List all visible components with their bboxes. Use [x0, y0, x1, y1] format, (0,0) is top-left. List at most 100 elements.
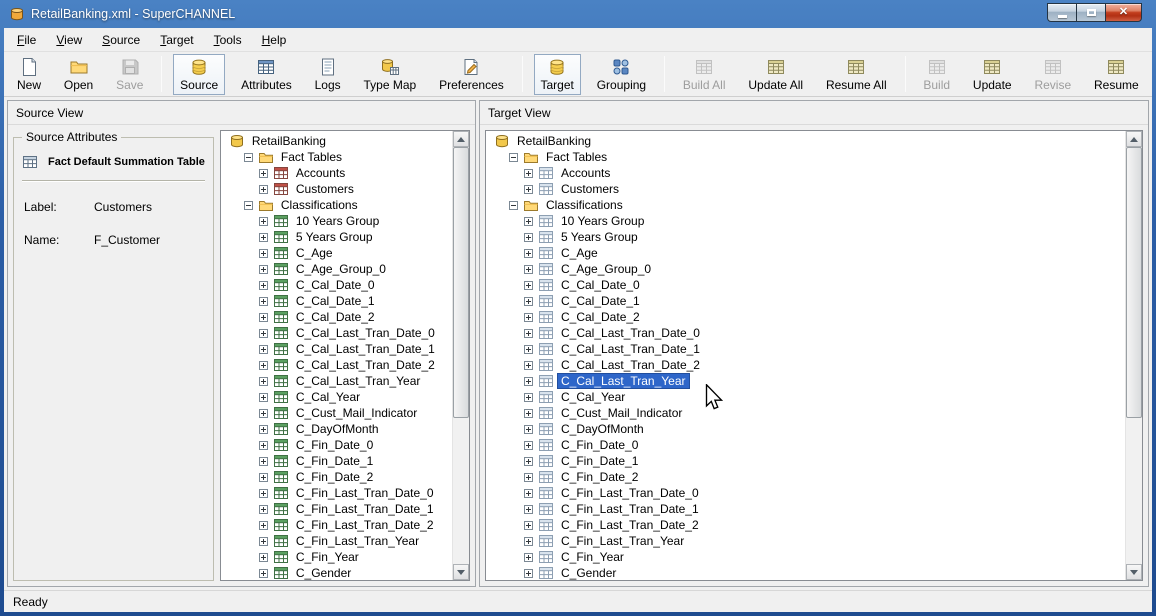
tree-item-c-cal-last-tran-date-2[interactable]: C_Cal_Last_Tran_Date_2: [221, 357, 452, 373]
tree-item-customers[interactable]: Customers: [486, 181, 1125, 197]
tree-item-c-dayofmonth[interactable]: C_DayOfMonth: [486, 421, 1125, 437]
expand-icon[interactable]: [524, 393, 533, 402]
tree-item-c-fin-date-1[interactable]: C_Fin_Date_1: [221, 453, 452, 469]
expand-icon[interactable]: [524, 185, 533, 194]
tree-item-c-cal-date-0[interactable]: C_Cal_Date_0: [221, 277, 452, 293]
expand-icon[interactable]: [524, 425, 533, 434]
expand-icon[interactable]: [259, 249, 268, 258]
expand-icon[interactable]: [259, 521, 268, 530]
collapse-icon[interactable]: [244, 153, 253, 162]
tree-item-c-cal-last-tran-date-0[interactable]: C_Cal_Last_Tran_Date_0: [486, 325, 1125, 341]
tree-item-c-gender[interactable]: C_Gender: [486, 565, 1125, 580]
expand-icon[interactable]: [524, 361, 533, 370]
tree-item-c-cust-mail-indicator[interactable]: C_Cust_Mail_Indicator: [221, 405, 452, 421]
scroll-down-button[interactable]: [1126, 564, 1142, 580]
expand-icon[interactable]: [259, 313, 268, 322]
tree-item-c-age[interactable]: C_Age: [221, 245, 452, 261]
tree-item-retailbanking[interactable]: RetailBanking: [486, 133, 1125, 149]
tree-item-c-age[interactable]: C_Age: [486, 245, 1125, 261]
menu-file[interactable]: File: [7, 29, 46, 51]
expand-icon[interactable]: [524, 521, 533, 530]
expand-icon[interactable]: [524, 377, 533, 386]
source-tree-scrollbar[interactable]: [452, 131, 469, 580]
tree-item-c-fin-last-tran-date-0[interactable]: C_Fin_Last_Tran_Date_0: [486, 485, 1125, 501]
tree-item-c-cust-mail-indicator[interactable]: C_Cust_Mail_Indicator: [486, 405, 1125, 421]
tree-item-c-fin-last-tran-date-2[interactable]: C_Fin_Last_Tran_Date_2: [221, 517, 452, 533]
tree-item-c-fin-last-tran-date-2[interactable]: C_Fin_Last_Tran_Date_2: [486, 517, 1125, 533]
expand-icon[interactable]: [259, 505, 268, 514]
expand-icon[interactable]: [524, 441, 533, 450]
expand-icon[interactable]: [259, 377, 268, 386]
expand-icon[interactable]: [259, 473, 268, 482]
tree-item-c-fin-year[interactable]: C_Fin_Year: [486, 549, 1125, 565]
tree-item-10-years-group[interactable]: 10 Years Group: [221, 213, 452, 229]
expand-icon[interactable]: [259, 169, 268, 178]
expand-icon[interactable]: [259, 393, 268, 402]
expand-icon[interactable]: [524, 329, 533, 338]
expand-icon[interactable]: [524, 313, 533, 322]
collapse-icon[interactable]: [509, 201, 518, 210]
tree-item-c-fin-date-0[interactable]: C_Fin_Date_0: [221, 437, 452, 453]
source-button[interactable]: Source: [173, 54, 225, 95]
tree-item-c-cal-last-tran-year[interactable]: C_Cal_Last_Tran_Year: [486, 373, 1125, 389]
attributes-button[interactable]: Attributes: [234, 54, 299, 95]
update-button[interactable]: Update: [966, 54, 1019, 95]
expand-icon[interactable]: [524, 457, 533, 466]
expand-icon[interactable]: [524, 553, 533, 562]
expand-icon[interactable]: [259, 185, 268, 194]
target-tree-scrollbar[interactable]: [1125, 131, 1142, 580]
menu-target[interactable]: Target: [150, 29, 203, 51]
tree-item-c-fin-date-0[interactable]: C_Fin_Date_0: [486, 437, 1125, 453]
expand-icon[interactable]: [524, 505, 533, 514]
expand-icon[interactable]: [524, 169, 533, 178]
tree-item-c-fin-last-tran-date-1[interactable]: C_Fin_Last_Tran_Date_1: [221, 501, 452, 517]
scrollbar-track[interactable]: [453, 147, 469, 564]
tree-item-accounts[interactable]: Accounts: [486, 165, 1125, 181]
tree-item-c-cal-date-1[interactable]: C_Cal_Date_1: [221, 293, 452, 309]
close-button[interactable]: ✕: [1105, 3, 1142, 22]
grouping-button[interactable]: Grouping: [590, 54, 653, 95]
tree-item-c-cal-date-2[interactable]: C_Cal_Date_2: [486, 309, 1125, 325]
expand-icon[interactable]: [259, 537, 268, 546]
scrollbar-thumb[interactable]: [1126, 147, 1142, 418]
expand-icon[interactable]: [259, 281, 268, 290]
expand-icon[interactable]: [259, 569, 268, 578]
expand-icon[interactable]: [259, 441, 268, 450]
expand-icon[interactable]: [259, 489, 268, 498]
tree-item-c-fin-year[interactable]: C_Fin_Year: [221, 549, 452, 565]
tree-item-fact-tables[interactable]: Fact Tables: [486, 149, 1125, 165]
expand-icon[interactable]: [259, 233, 268, 242]
scroll-up-button[interactable]: [453, 131, 469, 147]
tree-item-c-fin-last-tran-year[interactable]: C_Fin_Last_Tran_Year: [486, 533, 1125, 549]
tree-item-c-gender[interactable]: C_Gender: [221, 565, 452, 580]
expand-icon[interactable]: [524, 537, 533, 546]
scrollbar-thumb[interactable]: [453, 147, 469, 418]
tree-item-c-cal-date-2[interactable]: C_Cal_Date_2: [221, 309, 452, 325]
expand-icon[interactable]: [524, 233, 533, 242]
tree-item-5-years-group[interactable]: 5 Years Group: [221, 229, 452, 245]
tree-item-5-years-group[interactable]: 5 Years Group: [486, 229, 1125, 245]
maximize-button[interactable]: [1077, 3, 1105, 22]
menu-help[interactable]: Help: [252, 29, 297, 51]
tree-item-c-fin-date-1[interactable]: C_Fin_Date_1: [486, 453, 1125, 469]
tree-item-c-cal-last-tran-year[interactable]: C_Cal_Last_Tran_Year: [221, 373, 452, 389]
minimize-button[interactable]: [1047, 3, 1077, 22]
collapse-icon[interactable]: [244, 201, 253, 210]
title-bar[interactable]: RetailBanking.xml - SuperCHANNEL: [0, 0, 1156, 28]
tree-item-c-age-group-0[interactable]: C_Age_Group_0: [221, 261, 452, 277]
resume-button[interactable]: Resume: [1087, 54, 1146, 95]
menu-source[interactable]: Source: [92, 29, 150, 51]
expand-icon[interactable]: [259, 345, 268, 354]
tree-item-10-years-group[interactable]: 10 Years Group: [486, 213, 1125, 229]
tree-item-c-cal-last-tran-date-1[interactable]: C_Cal_Last_Tran_Date_1: [221, 341, 452, 357]
menu-tools[interactable]: Tools: [204, 29, 252, 51]
tree-item-c-cal-last-tran-date-0[interactable]: C_Cal_Last_Tran_Date_0: [221, 325, 452, 341]
update-all-button[interactable]: Update All: [741, 54, 810, 95]
tree-item-accounts[interactable]: Accounts: [221, 165, 452, 181]
type-map-button[interactable]: Type Map: [357, 54, 424, 95]
expand-icon[interactable]: [524, 345, 533, 354]
expand-icon[interactable]: [259, 457, 268, 466]
tree-item-c-cal-last-tran-date-1[interactable]: C_Cal_Last_Tran_Date_1: [486, 341, 1125, 357]
tree-item-c-fin-last-tran-date-0[interactable]: C_Fin_Last_Tran_Date_0: [221, 485, 452, 501]
tree-item-c-fin-last-tran-year[interactable]: C_Fin_Last_Tran_Year: [221, 533, 452, 549]
